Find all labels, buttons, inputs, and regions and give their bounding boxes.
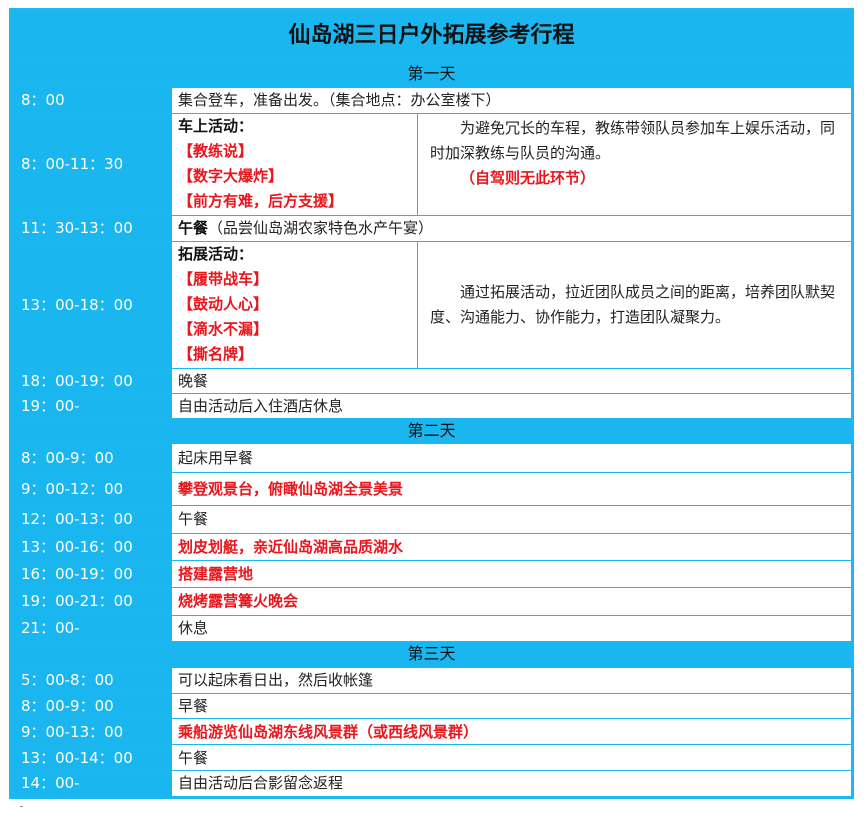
activity-cell: 搭建露营地 — [171, 560, 852, 589]
activity-cell: 早餐 — [171, 693, 852, 720]
time-cell: 8：00-11：30 — [11, 112, 172, 216]
time-cell: 18：00-19：00 — [11, 367, 172, 394]
time-cell: 12：00-13：00 — [11, 504, 172, 534]
activity-item: 【教练说】 — [178, 142, 254, 161]
time-cell: 16：00-19：00 — [11, 560, 172, 589]
lunch-label: 午餐 — [178, 219, 209, 238]
activity-note: （自驾则无此环节） — [460, 168, 596, 187]
time-cell: 9：00-12：00 — [11, 472, 172, 506]
description-cell: 为避免冗长的车程，教练带领队员参加车上娱乐活动，同时加深教练与队员的沟通。 （自… — [417, 112, 852, 216]
activity-cell: 攀登观景台，俯瞰仙岛湖全景美景 — [171, 472, 852, 506]
activity-item: 【撕名牌】 — [178, 345, 254, 364]
activity-cell: 起床用早餐 — [171, 443, 852, 474]
day3-header: 第三天 — [11, 640, 852, 668]
time-cell: 8：00-9：00 — [11, 443, 172, 474]
time-cell: 19：00- — [11, 392, 172, 420]
activity-item: 【数字大爆炸】 — [178, 167, 284, 186]
time-cell: 11：30-13：00 — [11, 214, 172, 242]
time-cell: 19：00-21：00 — [11, 587, 172, 616]
bus-activities-cell: 车上活动： 【教练说】 【数字大爆炸】 【前方有难，后方支援】 — [171, 112, 418, 216]
time-cell: 5：00-8：00 — [11, 666, 172, 695]
activity-cell: 自由活动后入住酒店休息 — [171, 392, 852, 420]
day1-header: 第一天 — [11, 61, 852, 88]
time-cell: 21：00- — [11, 614, 172, 642]
itinerary-table: 仙岛湖三日户外拓展参考行程 第一天 8：00 集合登车，准备出发。（集合地点：办… — [11, 9, 852, 798]
activity-cell: 自由活动后合影留念返程 — [171, 769, 852, 798]
time-cell: 8：00-9：00 — [11, 693, 172, 720]
itinerary-table-container: 仙岛湖三日户外拓展参考行程 第一天 8：00 集合登车，准备出发。（集合地点：办… — [9, 8, 854, 799]
activity-description: 为避免冗长的车程，教练带领队员参加车上娱乐活动，同时加深教练与队员的沟通。 — [430, 118, 836, 162]
activity-cell: 午餐 — [171, 744, 852, 771]
time-cell: 14：00- — [11, 769, 172, 798]
activity-cell: 划皮划艇，亲近仙岛湖高品质湖水 — [171, 532, 852, 562]
time-cell: 9：00-13：00 — [11, 718, 172, 746]
activity-item: 【履带战车】 — [178, 270, 269, 289]
activity-cell: 可以起床看日出，然后收帐篷 — [171, 666, 852, 695]
activity-cell: 集合登车，准备出发。（集合地点：办公室楼下） — [171, 86, 852, 114]
day2-header: 第二天 — [11, 418, 852, 445]
time-cell: 8：00 — [11, 86, 172, 114]
time-cell: 13：00-16：00 — [11, 532, 172, 562]
activity-description: 通过拓展活动，拉近团队成员之间的距离，培养团队默契度、沟通能力、协作能力，打造团… — [430, 282, 836, 326]
activity-cell: 午餐 — [171, 504, 852, 534]
activity-cell: 乘船游览仙岛湖东线风景群（或西线风景群） — [171, 718, 852, 746]
page-title: 仙岛湖三日户外拓展参考行程 — [11, 9, 852, 63]
lunch-detail: （品尝仙岛湖农家特色水产午宴） — [208, 219, 434, 238]
description-cell: 通过拓展活动，拉近团队成员之间的距离，培养团队默契度、沟通能力、协作能力，打造团… — [417, 240, 852, 369]
activity-item: 【滴水不漏】 — [178, 320, 269, 339]
activity-item: 【前方有难，后方支援】 — [178, 192, 344, 211]
activity-cell: 烧烤露营篝火晚会 — [171, 587, 852, 616]
activity-cell: 晚餐 — [171, 367, 852, 394]
activity-heading: 车上活动： — [178, 117, 254, 136]
activity-heading: 拓展活动： — [178, 245, 254, 264]
page-mark — [20, 806, 23, 807]
team-activities-cell: 拓展活动： 【履带战车】 【鼓动人心】 【滴水不漏】 【撕名牌】 — [171, 240, 418, 369]
activity-cell: 休息 — [171, 614, 852, 642]
activity-cell: 午餐（品尝仙岛湖农家特色水产午宴） — [171, 214, 852, 242]
time-cell: 13：00-14：00 — [11, 744, 172, 771]
time-cell: 13：00-18：00 — [11, 240, 172, 369]
activity-item: 【鼓动人心】 — [178, 295, 269, 314]
